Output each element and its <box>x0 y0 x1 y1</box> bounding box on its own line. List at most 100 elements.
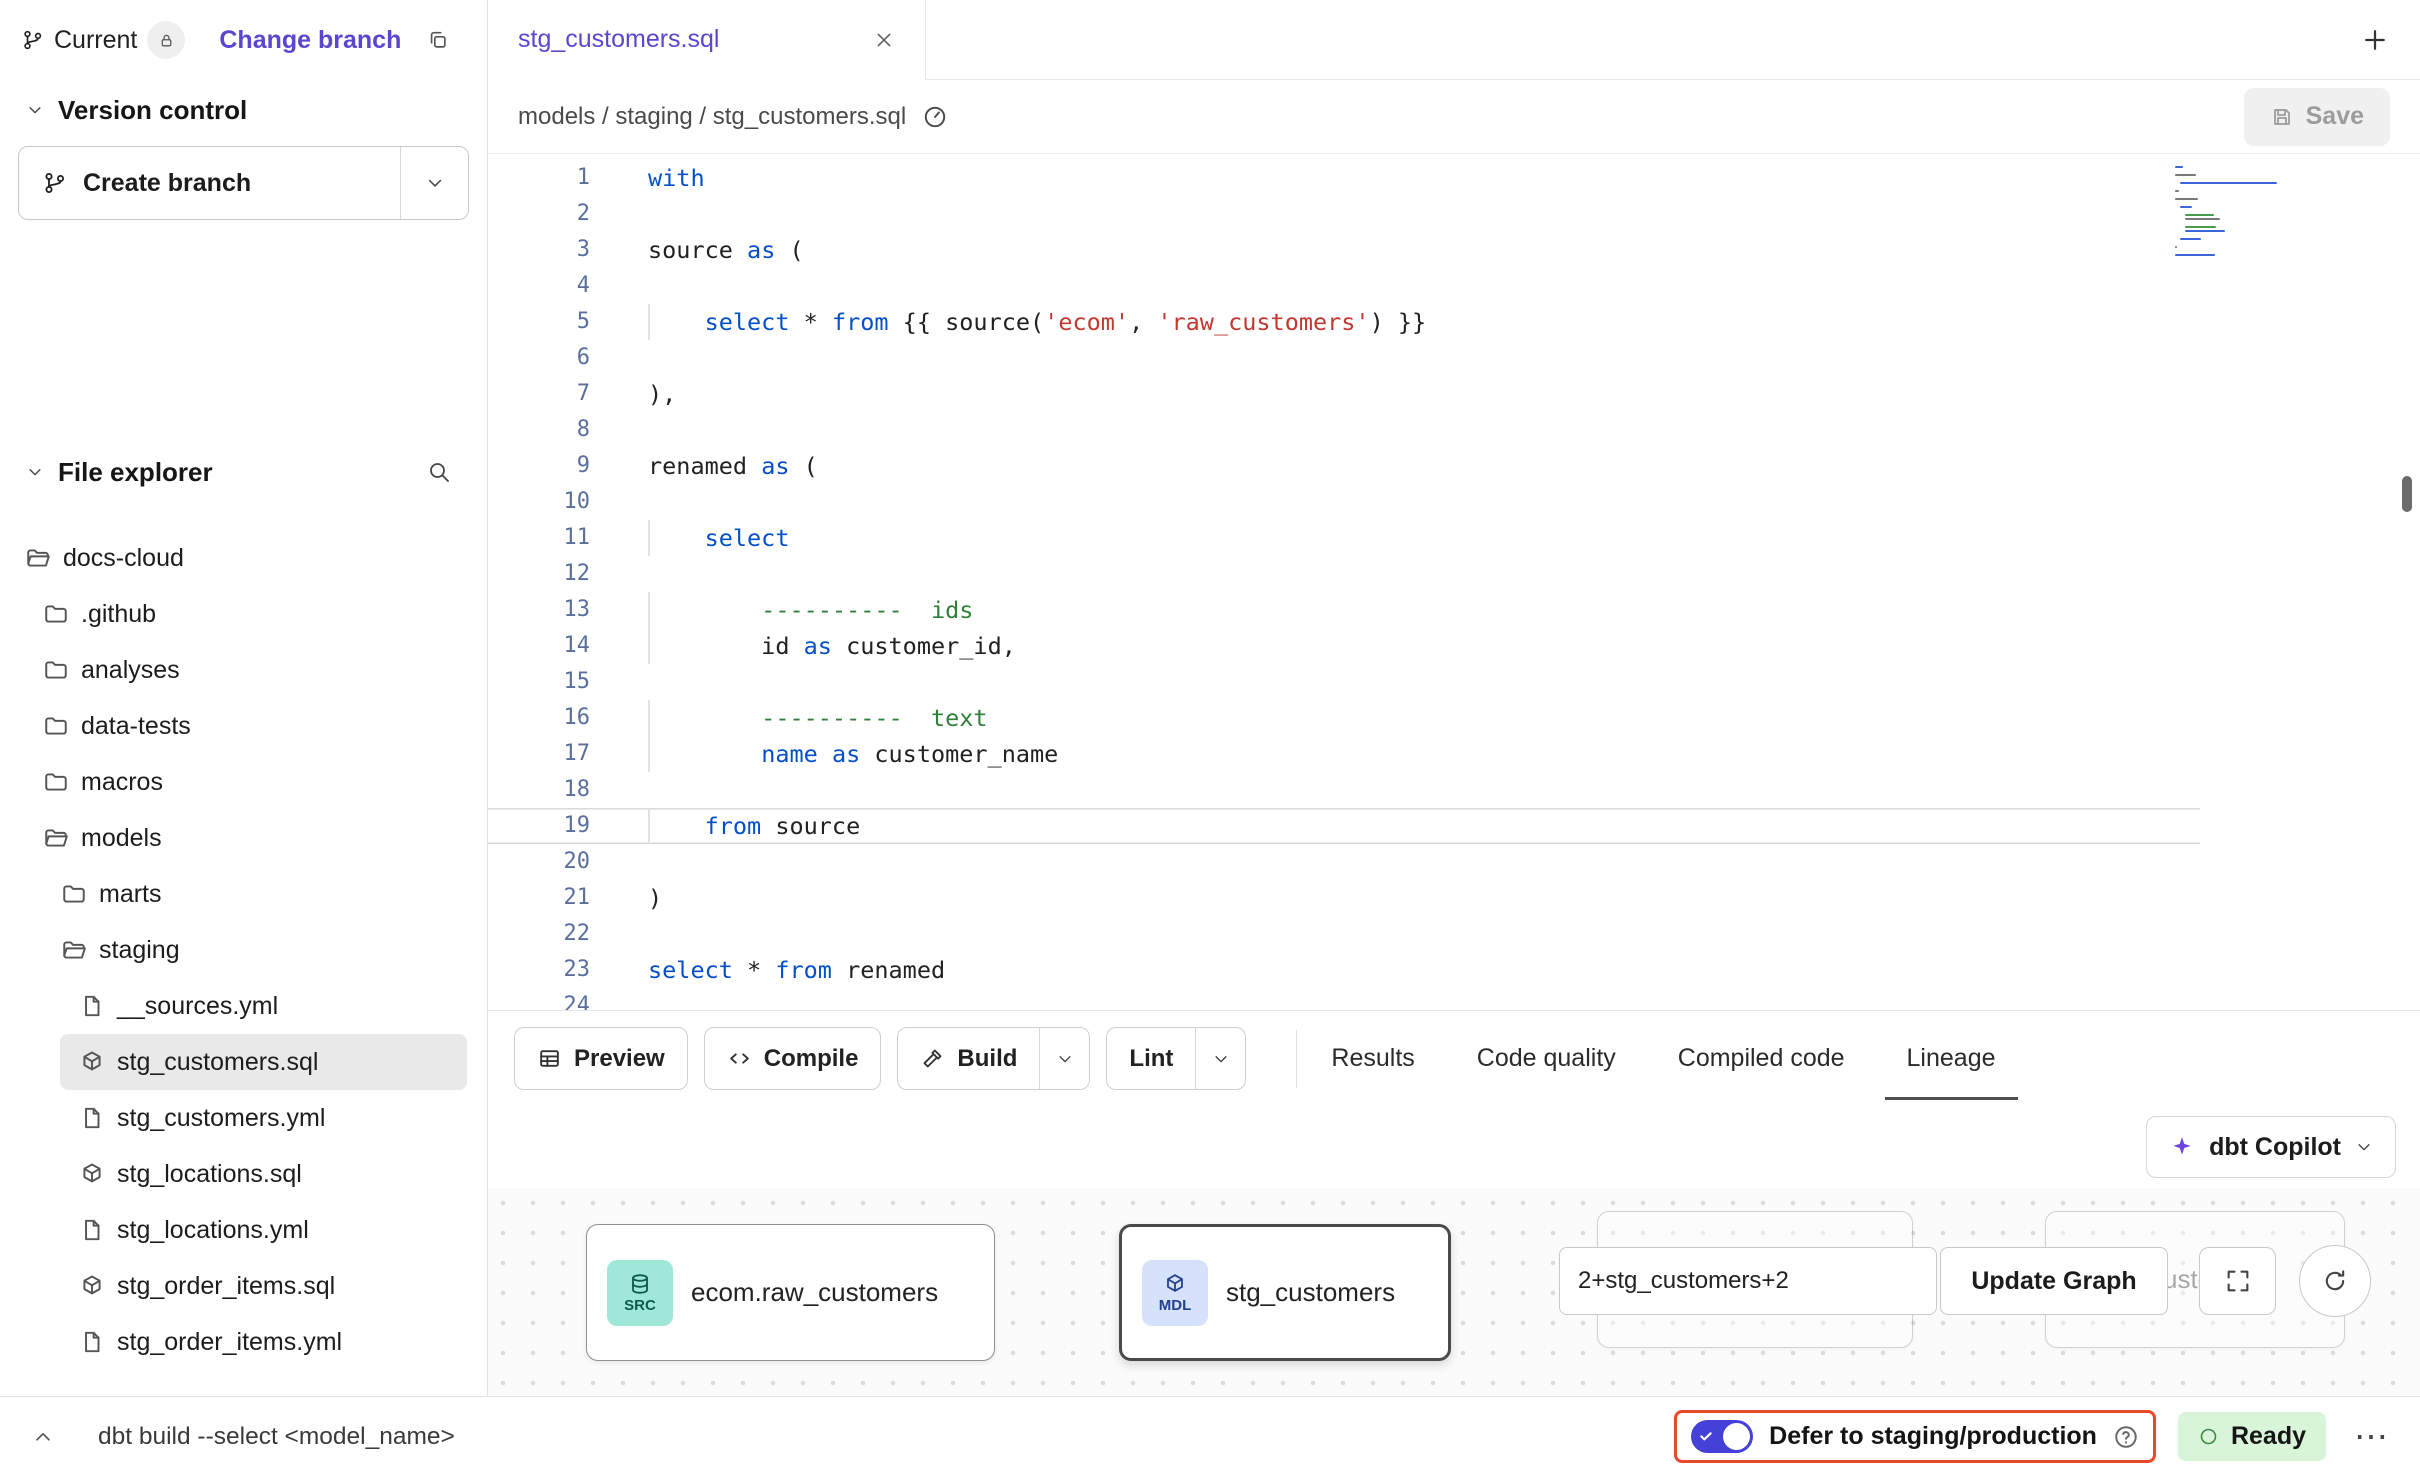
toggle-knob <box>1723 1423 1750 1450</box>
ready-label: Ready <box>2231 1422 2306 1451</box>
tab-lineage[interactable]: Lineage <box>1907 1011 1996 1106</box>
change-branch-link[interactable]: Change branch <box>219 26 401 55</box>
fullscreen-button[interactable] <box>2199 1247 2276 1315</box>
tab-stg-customers-sql[interactable]: stg_customers.sql <box>488 0 926 79</box>
code-line[interactable]: 13 ---------- ids <box>488 592 2420 628</box>
code-line[interactable]: 23select * from renamed <box>488 952 2420 988</box>
tree-item-staging[interactable]: staging <box>0 922 487 978</box>
lock-icon <box>158 32 175 49</box>
tree-item-label: data-tests <box>81 712 191 741</box>
tree-item-stg-order-items-sql[interactable]: stg_order_items.sql <box>0 1258 487 1314</box>
model-icon <box>79 1049 105 1075</box>
line-number: 10 <box>488 484 590 520</box>
tree-item-data-tests[interactable]: data-tests <box>0 698 487 754</box>
lineage-node-stg-customers[interactable]: MDLstg_customers <box>1119 1224 1451 1361</box>
code-line[interactable]: 1with <box>488 160 2420 196</box>
code-line[interactable]: 9renamed as ( <box>488 448 2420 484</box>
preview-button-main[interactable]: Preview <box>515 1028 687 1089</box>
code-line[interactable]: 14 id as customer_id, <box>488 628 2420 664</box>
file-icon <box>79 1217 105 1243</box>
code-line[interactable]: 17 name as customer_name <box>488 736 2420 772</box>
tree-item-analyses[interactable]: analyses <box>0 642 487 698</box>
code-line[interactable]: 3source as ( <box>488 232 2420 268</box>
dbt-copilot-button[interactable]: dbt Copilot <box>2146 1116 2396 1178</box>
code-line[interactable]: 6 <box>488 340 2420 376</box>
lint-button-main[interactable]: Lint <box>1107 1028 1195 1089</box>
create-branch-button[interactable]: Create branch <box>18 146 469 220</box>
search-icon[interactable] <box>427 460 451 484</box>
lineage-node-ecom-raw-customers[interactable]: SRCecom.raw_customers <box>586 1224 995 1361</box>
collapse-panel-icon[interactable] <box>24 1426 54 1448</box>
create-branch-dropdown[interactable] <box>400 147 468 219</box>
refresh-button[interactable] <box>2299 1245 2371 1317</box>
lint-dropdown[interactable] <box>1195 1028 1245 1089</box>
code-editor[interactable]: 1with23source as (45 select * from {{ so… <box>488 154 2420 1010</box>
code-line[interactable]: 12 <box>488 556 2420 592</box>
tree-item-stg-order-items-yml[interactable]: stg_order_items.yml <box>0 1314 487 1370</box>
refresh-icon <box>2321 1267 2349 1295</box>
code-line[interactable]: 2 <box>488 196 2420 232</box>
tree-item-docs-cloud[interactable]: docs-cloud <box>0 530 487 586</box>
help-icon[interactable] <box>2113 1424 2139 1450</box>
new-tab-button[interactable] <box>2360 0 2390 79</box>
preview-button[interactable]: Preview <box>514 1027 688 1090</box>
tab-compiled-code[interactable]: Compiled code <box>1678 1011 1845 1106</box>
file-icon <box>79 993 105 1019</box>
save-button[interactable]: Save <box>2244 88 2390 146</box>
code-line[interactable]: 10 <box>488 484 2420 520</box>
tree-item-stg-locations-yml[interactable]: stg_locations.yml <box>0 1202 487 1258</box>
code-line[interactable]: 7), <box>488 376 2420 412</box>
tree-item-label: stg_order_items.sql <box>117 1272 335 1301</box>
close-icon[interactable] <box>873 29 895 51</box>
node-badge-mdl: MDL <box>1142 1260 1208 1326</box>
code-line[interactable]: 11 select <box>488 520 2420 556</box>
tree-item-stg-locations-sql[interactable]: stg_locations.sql <box>0 1146 487 1202</box>
chevron-down-icon <box>2355 1138 2373 1156</box>
editor-scrollbar[interactable] <box>2402 476 2412 512</box>
current-branch-button[interactable]: Current <box>22 21 185 59</box>
tree-item-stg-customers-sql[interactable]: stg_customers.sql <box>60 1034 467 1090</box>
build-button[interactable]: Build <box>897 1027 1090 1090</box>
update-graph-button[interactable]: Update Graph <box>1940 1247 2168 1315</box>
status-bar-right: Defer to staging/production Ready ⋯ <box>1674 1410 2396 1463</box>
code-line[interactable]: 4 <box>488 268 2420 304</box>
tree-item-models[interactable]: models <box>0 810 487 866</box>
file-icon <box>79 1329 105 1355</box>
code-line[interactable]: 20 <box>488 844 2420 880</box>
compile-button-main[interactable]: Compile <box>705 1028 881 1089</box>
lineage-canvas[interactable]: Update Graph SRCecom.raw_customers MDLstg… <box>488 1188 2420 1396</box>
compile-button[interactable]: Compile <box>704 1027 882 1090</box>
lint-button[interactable]: Lint <box>1106 1027 1246 1090</box>
file-explorer-header[interactable]: File explorer <box>0 442 487 502</box>
build-dropdown[interactable] <box>1039 1028 1089 1089</box>
copy-branch-icon[interactable] <box>427 29 449 51</box>
hammer-icon <box>920 1046 945 1071</box>
model-icon <box>79 1161 105 1187</box>
tree-item--sources-yml[interactable]: __sources.yml <box>0 978 487 1034</box>
tree-item-macros[interactable]: macros <box>0 754 487 810</box>
code-line[interactable]: 8 <box>488 412 2420 448</box>
tab-code-quality[interactable]: Code quality <box>1477 1011 1616 1106</box>
gauge-icon[interactable] <box>922 104 948 130</box>
version-control-header[interactable]: Version control <box>0 80 487 140</box>
code-line[interactable]: 18 <box>488 772 2420 808</box>
tree-item--github[interactable]: .github <box>0 586 487 642</box>
more-options-button[interactable]: ⋯ <box>2348 1420 2396 1454</box>
minimap[interactable] <box>2175 166 2299 262</box>
create-branch-main[interactable]: Create branch <box>19 169 400 198</box>
code-line[interactable]: 21) <box>488 880 2420 916</box>
build-button-main[interactable]: Build <box>898 1028 1039 1089</box>
code-line[interactable]: 22 <box>488 916 2420 952</box>
tree-item-marts[interactable]: marts <box>0 866 487 922</box>
code-line[interactable]: 19 from source <box>488 808 2200 844</box>
line-content: ), <box>590 376 676 412</box>
lineage-selector-input[interactable] <box>1559 1247 1937 1315</box>
code-line[interactable]: 16 ---------- text <box>488 700 2420 736</box>
tab-results[interactable]: Results <box>1331 1011 1414 1106</box>
line-content: name as customer_name <box>590 736 1058 772</box>
code-line[interactable]: 15 <box>488 664 2420 700</box>
tree-item-stg-customers-yml[interactable]: stg_customers.yml <box>0 1090 487 1146</box>
code-line[interactable]: 5 select * from {{ source('ecom', 'raw_c… <box>488 304 2420 340</box>
defer-toggle[interactable] <box>1691 1420 1753 1453</box>
code-line[interactable]: 24 <box>488 988 2420 1010</box>
